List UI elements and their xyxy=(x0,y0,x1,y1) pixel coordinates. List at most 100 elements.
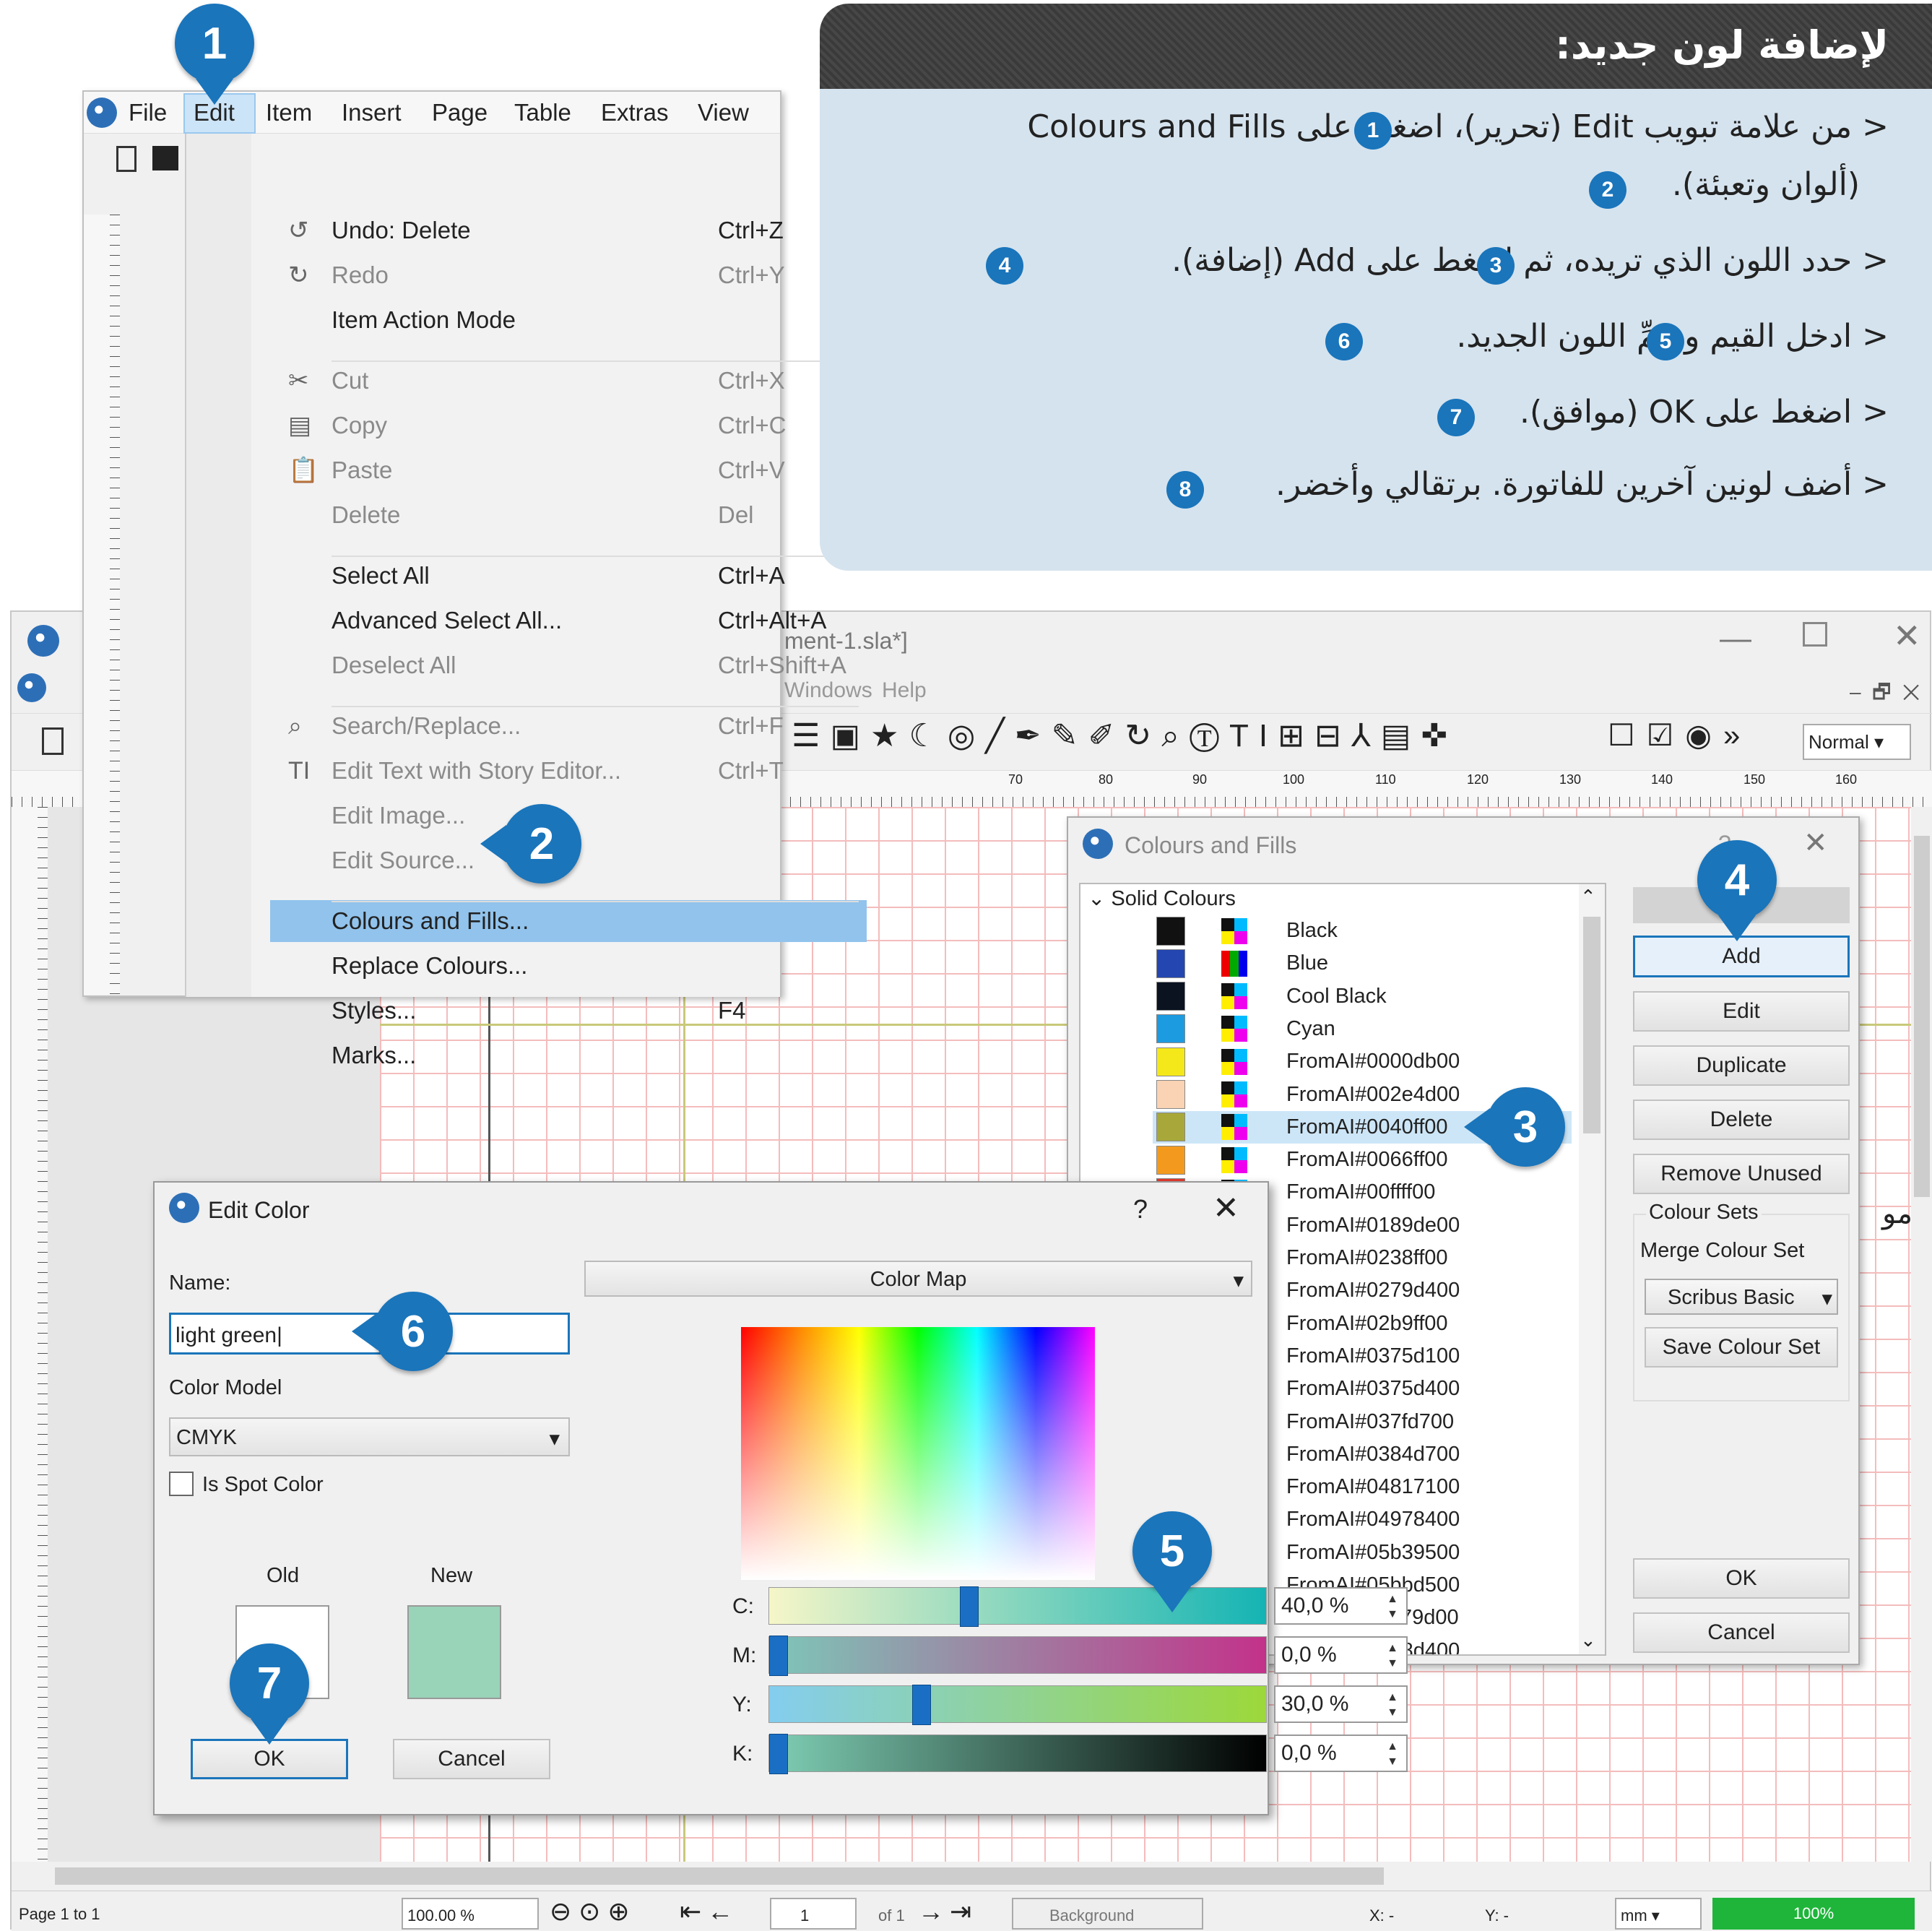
menu-item-paste[interactable]: 📋 Paste Ctrl+V xyxy=(169,449,862,491)
menu-file[interactable]: File xyxy=(129,99,167,126)
channel-spinbox[interactable]: 40,0 % ▲ ▼ xyxy=(1274,1587,1408,1625)
channel-slider[interactable] xyxy=(768,1685,1267,1725)
collapse-icon[interactable]: ⌄ xyxy=(1088,887,1111,910)
menu-item-styles[interactable]: Styles... F4 xyxy=(169,990,862,1032)
spin-arrows-icon[interactable]: ▲ ▼ xyxy=(1382,1739,1403,1769)
colour-swatch xyxy=(1156,949,1185,978)
menu-item-replace-colours[interactable]: Replace Colours... xyxy=(169,945,862,987)
slider-handle[interactable] xyxy=(769,1734,788,1774)
spin-arrows-icon[interactable]: ▲ ▼ xyxy=(1382,1641,1403,1671)
page-nav-icons-right[interactable]: →⇥ xyxy=(918,1896,977,1927)
instruction-step: < أضف لونين آخرين للفاتورة. برتقالي وأخض… xyxy=(1275,466,1889,503)
colour-list-item[interactable]: Blue xyxy=(1080,947,1586,980)
save-colour-set-button[interactable]: Save Colour Set xyxy=(1645,1327,1838,1368)
colour-sets-label: Colour Sets xyxy=(1646,1201,1762,1224)
layer-select[interactable]: Background xyxy=(1012,1898,1203,1930)
cancel-button[interactable]: Cancel xyxy=(1633,1612,1850,1653)
channel-label: M: xyxy=(732,1643,757,1667)
ok-button[interactable]: OK xyxy=(1633,1558,1850,1599)
menu-item-edit-text-with-story-editor[interactable]: TI Edit Text with Story Editor... Ctrl+T xyxy=(169,750,862,792)
channel-slider[interactable] xyxy=(768,1586,1267,1627)
channel-slider[interactable] xyxy=(768,1636,1267,1676)
maximize-button[interactable] xyxy=(1803,622,1827,647)
channel-spinbox[interactable]: 30,0 % ▲ ▼ xyxy=(1274,1685,1408,1723)
callout-5: 5 xyxy=(1132,1511,1212,1612)
toolbar-icons-right[interactable]: ☐☑◉» xyxy=(1608,717,1751,753)
new-doc-icon[interactable] xyxy=(42,727,64,755)
colour-swatch xyxy=(1156,1113,1185,1142)
zoom-icons[interactable]: ⊖⊙⊕ xyxy=(550,1896,637,1927)
step-badge: 4 xyxy=(986,247,1023,285)
menu-item-deselect-all[interactable]: Deselect All Ctrl+Shift+A xyxy=(169,644,862,686)
colour-name: FromAI#04978400 xyxy=(1286,1508,1460,1532)
colour-list-item[interactable]: Cyan xyxy=(1080,1013,1586,1045)
remove-unused-label: Remove Unused xyxy=(1660,1162,1822,1185)
redo-icon: ↻ xyxy=(288,262,309,289)
channel-spinbox[interactable]: 0,0 % ▲ ▼ xyxy=(1274,1636,1408,1674)
edit-button[interactable]: Edit xyxy=(1633,991,1850,1032)
unit-select[interactable]: mm ▾ xyxy=(1615,1898,1702,1930)
menu-item-shortcut: Ctrl+X xyxy=(718,367,785,394)
colour-name: FromAI#0375d400 xyxy=(1286,1377,1460,1401)
duplicate-button-label: Duplicate xyxy=(1696,1053,1787,1077)
step-badge: 1 xyxy=(1354,112,1392,150)
step-badge: 5 xyxy=(1647,323,1684,360)
vertical-scrollbar[interactable] xyxy=(1911,807,1932,1862)
menu-item-advanced-select-all[interactable]: Advanced Select All... Ctrl+Alt+A xyxy=(169,600,862,641)
colour-swatch xyxy=(1156,1047,1185,1076)
colour-name: FromAI#0000db00 xyxy=(1286,1050,1460,1074)
channel-spinbox[interactable]: 0,0 % ▲ ▼ xyxy=(1274,1735,1408,1772)
menu-item-undo-delete[interactable]: ↺ Undo: Delete Ctrl+Z xyxy=(169,209,862,251)
view-mode-select[interactable]: Normal ▾ xyxy=(1803,724,1911,760)
list-scrollbar[interactable]: ⌃ ⌄ xyxy=(1579,884,1605,1654)
menu-item-cut[interactable]: ✂ Cut Ctrl+X xyxy=(169,360,862,402)
menu-item-colours-and-fills[interactable]: Colours and Fills... xyxy=(270,900,867,942)
menu-item-search-replace[interactable]: ⌕ Search/Replace... Ctrl+F xyxy=(169,705,862,747)
remove-unused-button[interactable]: Remove Unused xyxy=(1633,1154,1850,1194)
colour-list-item[interactable]: Black xyxy=(1080,915,1586,947)
toolbar-icons[interactable]: ☰▣★☾◎╱✒✎✐↻⌕ⓉTI⊞⊟⅄▤✜ xyxy=(792,717,1457,754)
colour-name: FromAI#0189de00 xyxy=(1286,1213,1460,1237)
minimize-button[interactable]: — xyxy=(1720,621,1751,657)
zoom-field[interactable]: 100.00 % xyxy=(402,1898,539,1930)
cut-icon: ✂ xyxy=(288,367,309,394)
colour-list-item[interactable]: FromAI#0000db00 xyxy=(1080,1045,1586,1078)
channel-value: 40,0 % xyxy=(1281,1594,1349,1617)
menu-item-copy[interactable]: ▤ Copy Ctrl+C xyxy=(169,405,862,446)
step-badge: 8 xyxy=(1166,471,1204,509)
duplicate-button[interactable]: Duplicate xyxy=(1633,1045,1850,1086)
menu-help[interactable]: Help xyxy=(882,678,927,703)
page-number-field[interactable]: 1 xyxy=(770,1898,857,1930)
delete-button[interactable]: Delete xyxy=(1633,1100,1850,1140)
unit-value: mm xyxy=(1621,1906,1647,1924)
menu-item-delete[interactable]: Delete Del xyxy=(169,494,862,536)
slider-handle[interactable] xyxy=(912,1685,931,1725)
tree-header-label: Solid Colours xyxy=(1111,887,1236,910)
new-doc-icon[interactable] xyxy=(116,146,137,172)
step-badge: 3 xyxy=(1477,247,1515,285)
page-nav-icons[interactable]: ⇤← xyxy=(680,1896,739,1927)
spin-arrows-icon[interactable]: ▲ ▼ xyxy=(1382,1690,1403,1720)
menu-item-marks[interactable]: Marks... xyxy=(169,1034,862,1076)
mdi-controls[interactable]: – 🗗 ✕ xyxy=(1850,677,1920,712)
add-button[interactable]: Add xyxy=(1633,936,1850,977)
slider-handle[interactable] xyxy=(769,1636,788,1676)
colour-set-select[interactable]: Scribus Basic ▾ xyxy=(1645,1279,1838,1315)
menu-item-shortcut: Ctrl+Shift+A xyxy=(718,652,846,678)
channel-slider[interactable] xyxy=(768,1734,1267,1774)
spin-arrows-icon[interactable]: ▲ ▼ xyxy=(1382,1591,1403,1622)
horizontal-scrollbar[interactable] xyxy=(12,1862,1911,1891)
menu-item-item-action-mode[interactable]: Item Action Mode xyxy=(169,299,862,341)
close-button[interactable]: ✕ xyxy=(1893,616,1921,655)
menu-item-shortcut: F4 xyxy=(718,997,746,1024)
cmyk-model-icon xyxy=(1221,1081,1247,1107)
colour-list-item[interactable]: Cool Black xyxy=(1080,980,1586,1013)
menu-item-redo[interactable]: ↻ Redo Ctrl+Y xyxy=(169,254,862,296)
slider-handle[interactable] xyxy=(960,1586,979,1627)
menu-item-label: Copy xyxy=(332,412,388,439)
close-icon[interactable]: ✕ xyxy=(1803,826,1828,860)
colour-name: Cool Black xyxy=(1286,984,1387,1008)
menu-item-label: Redo xyxy=(332,262,389,288)
menu-item-select-all[interactable]: Select All Ctrl+A xyxy=(169,555,862,597)
tree-header[interactable]: ⌄ Solid Colours xyxy=(1088,886,1236,911)
